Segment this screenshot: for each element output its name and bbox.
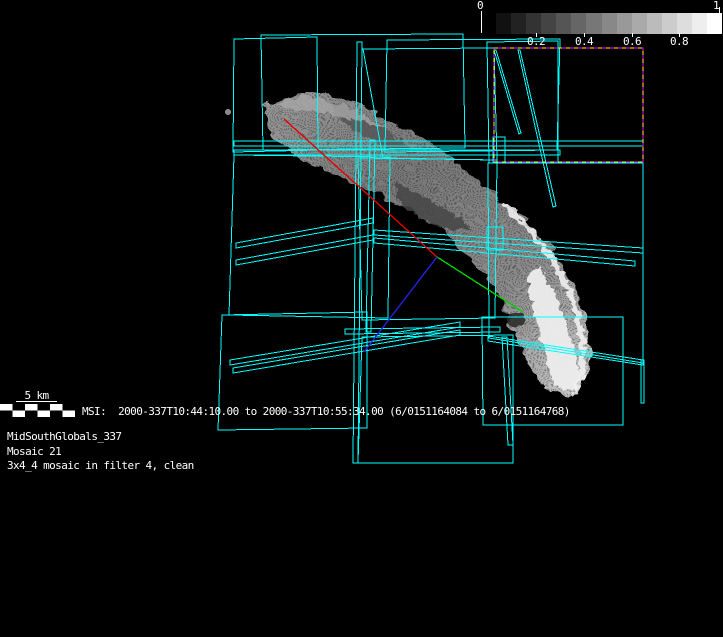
colorbar-step (571, 13, 586, 34)
colorbar-step (586, 13, 601, 34)
footprint-outline[interactable] (494, 50, 521, 134)
colorbar-step (526, 13, 541, 34)
colorbar-step (632, 13, 647, 34)
colorbar-step (692, 13, 707, 34)
colorbar-gradient (481, 13, 722, 34)
selected-footprint-dash-magenta[interactable] (494, 48, 643, 162)
selected-footprint-layer (494, 48, 643, 162)
footprint-outline[interactable] (345, 327, 500, 334)
scalebar-checker (0, 404, 75, 417)
asteroid-surface-patch (507, 313, 525, 327)
selected-footprint-dash-yellow[interactable] (494, 48, 643, 162)
colorbar-step (677, 13, 692, 34)
colorbar-step (541, 13, 556, 34)
mosaic-description: 3x4_4 mosaic in filter 4, clean (7, 459, 194, 472)
colorbar-step (617, 13, 632, 34)
colorbar-step (662, 13, 677, 34)
viewer-window: 0 1 0.20.40.60.8 5 km MSI: 2000-337T10:4… (0, 0, 723, 637)
footprint-outline[interactable] (502, 337, 513, 445)
axis-blue (364, 257, 437, 352)
asteroid-speck (225, 109, 231, 115)
scalebar-label: 5 km (16, 390, 57, 402)
colorbar-min-tick (481, 11, 482, 33)
footprint-outline[interactable] (641, 360, 644, 403)
colorbar-tick-label: 0.8 (666, 36, 692, 47)
colorbar-step (556, 13, 571, 34)
footprint-outline[interactable] (358, 335, 513, 463)
mosaic-label: Mosaic 21 (7, 445, 61, 458)
asteroid-render (225, 94, 589, 395)
colorbar-step (481, 13, 496, 34)
footprint-outline[interactable] (518, 50, 556, 207)
mosaic-canvas (0, 0, 723, 637)
colorbar-tick-label: 0.6 (619, 36, 645, 47)
colorbar-tick-label: 0.2 (523, 36, 549, 47)
sequence-name: MidSouthGlobals_337 (7, 430, 121, 443)
colorbar-max-tick (719, 7, 720, 13)
colorbar-step (647, 13, 662, 34)
colorbar-step (511, 13, 526, 34)
colorbar-step (707, 13, 722, 34)
colorbar-step (602, 13, 617, 34)
status-line: MSI: 2000-337T10:44:10.00 to 2000-337T10… (82, 405, 570, 418)
colorbar-tick-label: 0.4 (571, 36, 597, 47)
colorbar-step (496, 13, 511, 34)
